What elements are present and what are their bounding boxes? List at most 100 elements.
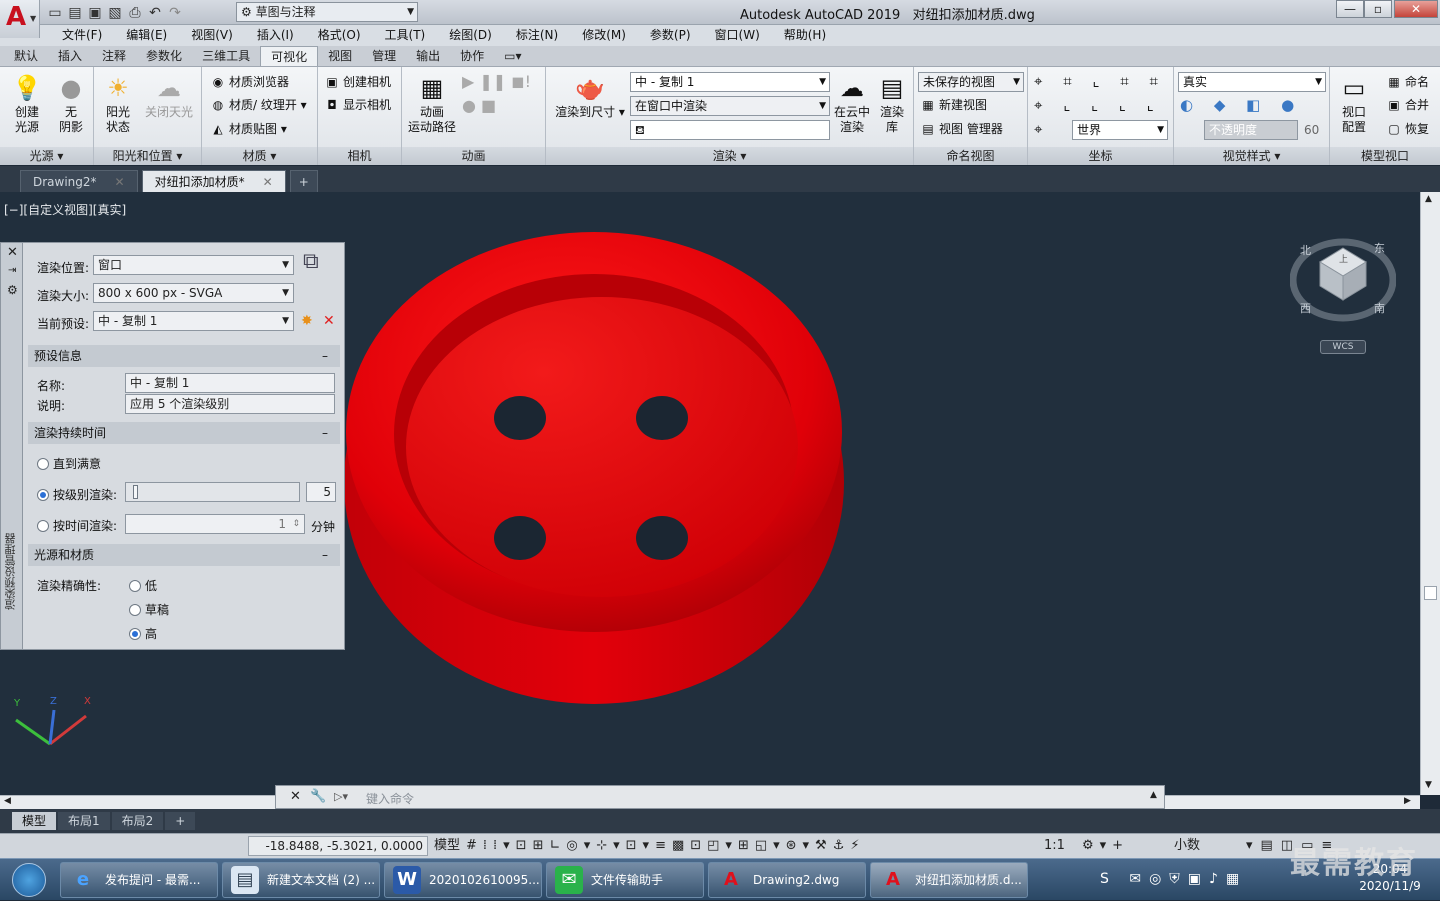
- wcs-menu[interactable]: WCS: [1320, 340, 1366, 354]
- layout-tab-2[interactable]: 布局2: [111, 812, 164, 830]
- viewport-restore-button[interactable]: ▢ 恢复: [1386, 120, 1429, 138]
- new-view-button[interactable]: ▦ 新建视图: [920, 96, 987, 114]
- render-location-select[interactable]: 窗口 ▼: [93, 255, 294, 275]
- until-satisfied-radio[interactable]: 直到满意: [37, 455, 101, 472]
- vertical-scrollbar[interactable]: ▲ ▼: [1420, 192, 1440, 795]
- auto-hide-icon[interactable]: ⇥: [8, 265, 16, 276]
- viewcube-top[interactable]: 上: [1339, 252, 1348, 265]
- accuracy-low-radio[interactable]: 低: [129, 577, 157, 594]
- ribbon-toggle-icon[interactable]: ▭▾: [494, 46, 531, 66]
- viewport-name-button[interactable]: ▦ 命名: [1386, 73, 1429, 91]
- shadow-button[interactable]: ● 无 阴影: [50, 73, 92, 135]
- play-icon[interactable]: ▶ ❚❚ ◼!: [462, 73, 531, 91]
- render-level-slider[interactable]: [125, 482, 300, 502]
- create-light-button[interactable]: 💡 创建 光源: [6, 73, 48, 135]
- close-icon[interactable]: ✕: [290, 789, 301, 804]
- opacity-slider[interactable]: 不透明度: [1204, 120, 1298, 140]
- layout-tab-1[interactable]: 布局1: [58, 812, 110, 830]
- maximize-button[interactable]: ▫: [1364, 0, 1392, 18]
- render-target-select[interactable]: 在窗口中渲染 ▼: [630, 96, 830, 116]
- undo-icon[interactable]: ↶: [146, 4, 164, 22]
- viewcube-south[interactable]: 南: [1374, 300, 1385, 316]
- history-up-icon[interactable]: ▲: [1150, 790, 1157, 800]
- tab-3d-tools[interactable]: 三维工具: [192, 46, 260, 66]
- record-icon[interactable]: ● ■: [462, 97, 496, 115]
- accuracy-draft-radio[interactable]: 草稿: [129, 601, 169, 618]
- menu-help[interactable]: 帮助(H): [772, 25, 838, 46]
- menu-insert[interactable]: 插入(I): [245, 25, 306, 46]
- panel-title-sun[interactable]: 阳光和位置 ▾: [94, 147, 201, 165]
- panel-title-materials[interactable]: 材质 ▾: [202, 147, 317, 165]
- close-button[interactable]: ✕: [1394, 0, 1438, 18]
- preset-desc-field[interactable]: 应用 5 个渲染级别: [125, 394, 335, 414]
- annotation-scale[interactable]: 1:1: [1044, 837, 1065, 855]
- visual-style-select[interactable]: 真实 ▼: [1178, 72, 1326, 92]
- menu-file[interactable]: 文件(F): [50, 25, 114, 46]
- menu-tools[interactable]: 工具(T): [373, 25, 438, 46]
- panel-title-animation[interactable]: 动画: [402, 147, 545, 165]
- menu-edit[interactable]: 编辑(E): [114, 25, 179, 46]
- render-by-time-radio[interactable]: 按时间渲染:: [37, 517, 117, 534]
- viewcube[interactable]: 上 北 东 南 西: [1289, 236, 1397, 326]
- panel-title-camera[interactable]: 相机: [318, 147, 401, 165]
- menu-format[interactable]: 格式(O): [306, 25, 373, 46]
- tab-view[interactable]: 视图: [318, 46, 362, 66]
- command-input[interactable]: 键入命令: [366, 790, 414, 807]
- redo-icon[interactable]: ↷: [166, 4, 184, 22]
- viewcube-west[interactable]: 西: [1300, 300, 1311, 316]
- start-button[interactable]: [4, 859, 54, 901]
- sun-status-button[interactable]: ☀ 阳光 状态: [98, 73, 138, 135]
- menu-view[interactable]: 视图(V): [179, 25, 245, 46]
- new-tab-button[interactable]: +: [289, 170, 318, 192]
- panel-title-render[interactable]: 渲染 ▾: [546, 147, 913, 165]
- tab-collaborate[interactable]: 协作: [450, 46, 494, 66]
- accuracy-high-radio[interactable]: 高: [129, 625, 157, 642]
- tab-visualize[interactable]: 可视化: [260, 46, 319, 66]
- taskbar-item-word[interactable]: W 2020102610095...: [384, 862, 542, 898]
- taskbar-item-autocad-active[interactable]: A 对纽扣添加材质.d...: [870, 862, 1028, 898]
- properties-icon[interactable]: ⚙: [7, 283, 18, 297]
- render-gallery-button[interactable]: ▤ 渲染 库: [874, 73, 910, 135]
- panel-title-lights[interactable]: 光源 ▾: [0, 147, 93, 165]
- render-environment-field[interactable]: ⛾: [630, 120, 830, 140]
- render-in-cloud-button[interactable]: ☁ 在云中 渲染: [832, 73, 872, 135]
- tab-parametric[interactable]: 参数化: [136, 46, 192, 66]
- create-camera-button[interactable]: ▣ 创建相机: [324, 73, 391, 91]
- view-manager-button[interactable]: ▤ 视图 管理器: [920, 120, 1003, 138]
- preset-name-field[interactable]: 中 - 复制 1: [125, 373, 335, 393]
- tab-manage[interactable]: 管理: [362, 46, 406, 66]
- taskbar-item-wechat[interactable]: ✉ 文件传输助手: [546, 862, 704, 898]
- scroll-down-icon[interactable]: ▼: [1425, 780, 1432, 790]
- menu-draw[interactable]: 绘图(D): [437, 25, 504, 46]
- workspace-icons[interactable]: ⚙▾+: [1082, 837, 1129, 855]
- system-tray-icons[interactable]: S ✉◎⛨▣♪▦: [1100, 871, 1247, 887]
- model-space-toggle[interactable]: 模型: [434, 837, 460, 855]
- panel-title-model-viewports[interactable]: 模型视口: [1330, 147, 1440, 165]
- add-layout-button[interactable]: +: [165, 812, 196, 830]
- panel-title-coordinates[interactable]: 坐标: [1028, 147, 1173, 165]
- section-preset-info[interactable]: 预设信息 –: [28, 345, 340, 367]
- doc-tab-button-material[interactable]: 对纽扣添加材质* ✕: [141, 170, 286, 192]
- layout-tab-model[interactable]: 模型: [12, 812, 57, 830]
- named-view-select[interactable]: 未保存的视图 ▼: [918, 72, 1024, 92]
- show-camera-button[interactable]: ◘ 显示相机: [324, 96, 391, 114]
- render-to-size-button[interactable]: 🫖 渲染到尺寸 ▾: [554, 73, 626, 120]
- application-menu-button[interactable]: A ▼: [0, 0, 40, 38]
- material-browser-button[interactable]: ◉ 材质浏览器: [210, 73, 289, 91]
- command-prompt-icon[interactable]: ▷▾: [334, 790, 348, 803]
- viewport-join-button[interactable]: ▣ 合并: [1386, 96, 1429, 114]
- render-size-select[interactable]: 800 x 600 px - SVGA ▼: [93, 283, 294, 303]
- motion-path-button[interactable]: ▦ 动画 运动路径: [404, 73, 460, 135]
- ucs-tools-row-1[interactable]: ⌖ ⌗ ⌞ ⌗ ⌗: [1034, 72, 1166, 90]
- close-icon[interactable]: ✕: [7, 245, 18, 260]
- visual-style-tools[interactable]: ◐ ◆ ◧ ●: [1180, 96, 1302, 114]
- units-select[interactable]: 小数: [1174, 837, 1200, 855]
- section-render-duration[interactable]: 渲染持续时间 –: [28, 422, 340, 444]
- material-mapping-button[interactable]: ◭ 材质贴图 ▾: [210, 120, 286, 138]
- render-time-spinner[interactable]: 1 ⇕: [125, 514, 305, 534]
- save-as-icon[interactable]: ▧: [106, 4, 124, 22]
- viewport-config-button[interactable]: ▭ 视口 配置: [1334, 73, 1374, 135]
- tab-annotate[interactable]: 注释: [92, 46, 136, 66]
- coordinates-readout[interactable]: -18.8488, -5.3021, 0.0000: [248, 836, 428, 856]
- menu-dimension[interactable]: 标注(N): [504, 25, 570, 46]
